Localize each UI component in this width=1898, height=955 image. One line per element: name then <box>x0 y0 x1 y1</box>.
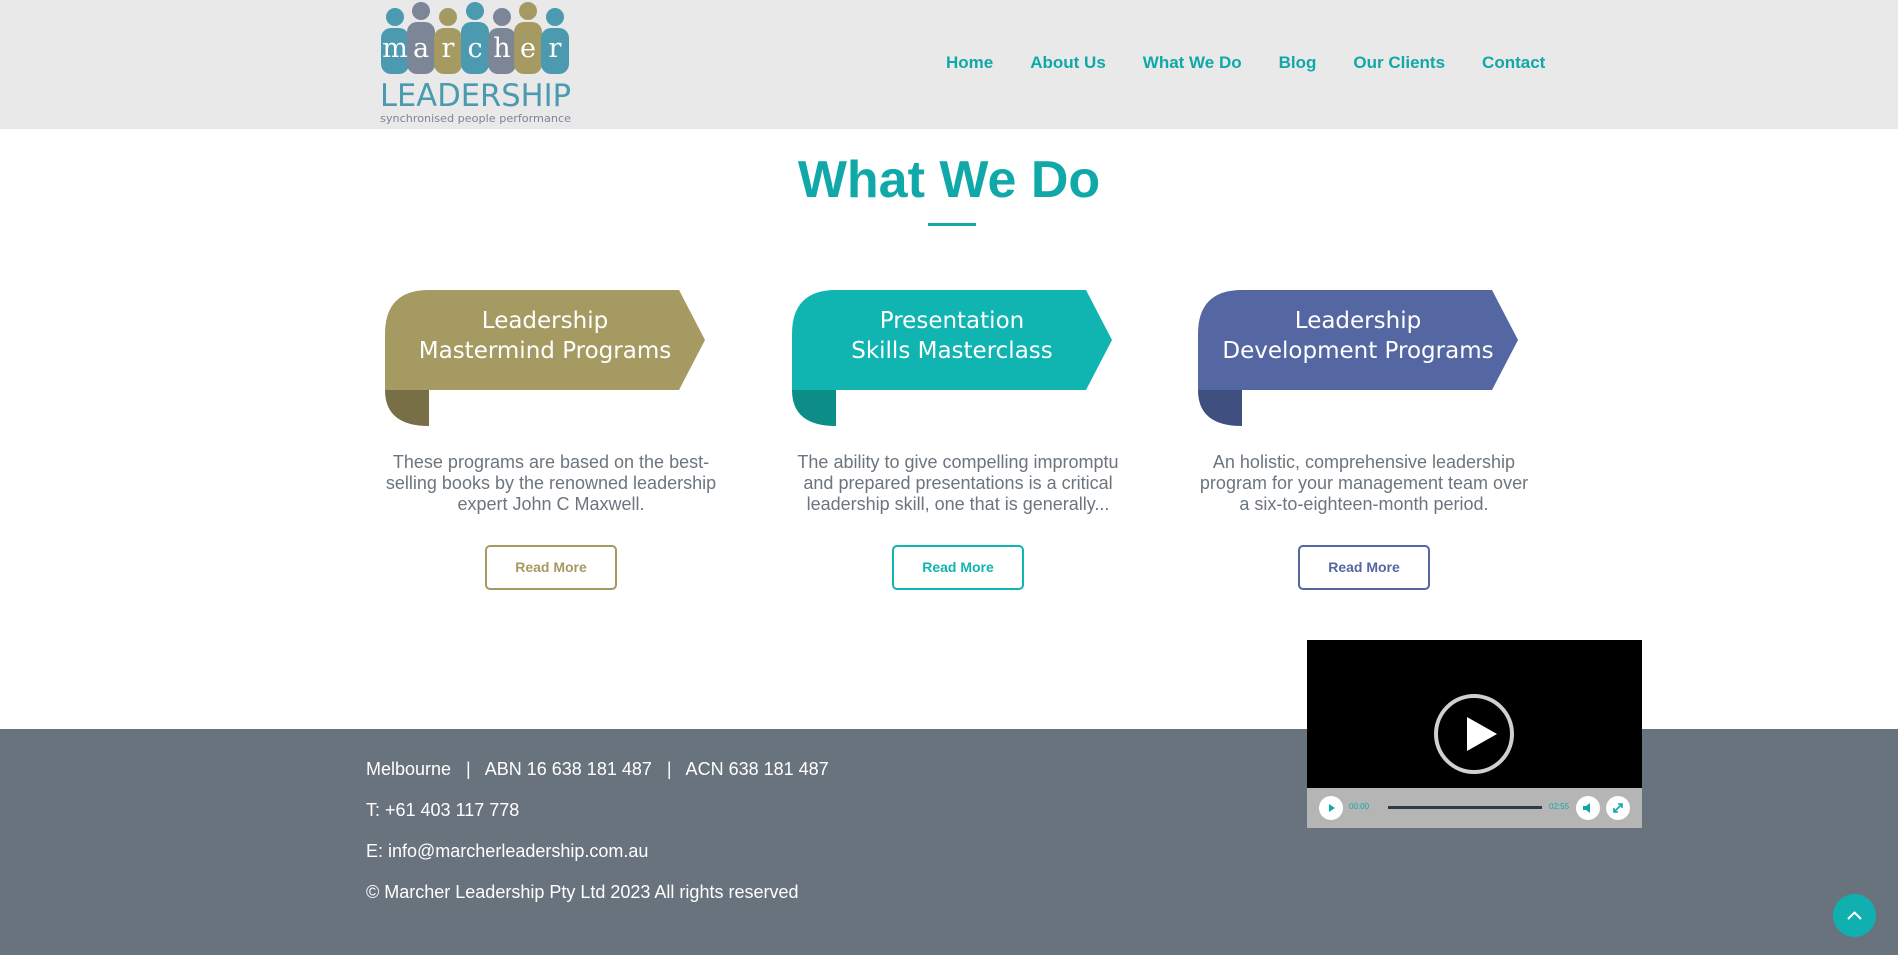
nav-what-we-do[interactable]: What We Do <box>1143 53 1242 73</box>
volume-icon[interactable] <box>1576 796 1600 820</box>
nav-contact[interactable]: Contact <box>1482 53 1545 73</box>
footer-phone[interactable]: T: +61 403 117 778 <box>366 800 519 821</box>
card-ribbon: Leadership Mastermind Programs <box>385 290 717 428</box>
title-underline <box>928 223 976 226</box>
footer-email[interactable]: E: info@marcherleadership.com.au <box>366 841 648 862</box>
card-title-line: Presentation <box>879 308 1025 334</box>
service-card: Leadership Mastermind Programs These pro… <box>385 290 717 590</box>
video-player[interactable]: 00:00 02:55 <box>1307 640 1642 828</box>
logo-letter: a <box>413 33 429 64</box>
logo-wordmark: LEADERSHIP <box>380 78 571 114</box>
footer-copyright: © Marcher Leadership Pty Ltd 2023 All ri… <box>366 882 799 902</box>
footer-company-details: Melbourne | ABN 16 638 181 487 | ACN 638… <box>366 759 829 779</box>
progress-bar[interactable] <box>1388 806 1542 809</box>
logo-letter: h <box>493 33 510 64</box>
read-more-button[interactable]: Read More <box>1298 545 1430 590</box>
card-title-line: Skills Masterclass <box>851 338 1053 364</box>
card-title-line: Development Programs <box>1222 338 1494 364</box>
card-description: These programs are based on the best-sel… <box>385 452 717 514</box>
ribbon-fold <box>792 390 836 426</box>
service-card: Leadership Development Programs An holis… <box>1198 290 1530 590</box>
card-description: An holistic, comprehensive leadership pr… <box>1199 452 1529 514</box>
duration: 02:55 <box>1549 802 1570 811</box>
play-icon[interactable] <box>1319 796 1343 820</box>
nav-home[interactable]: Home <box>946 53 993 73</box>
nav-our-clients[interactable]: Our Clients <box>1353 53 1445 73</box>
ribbon-fold <box>385 390 429 426</box>
main-nav: Home About Us What We Do Blog Our Client… <box>946 53 1545 73</box>
ribbon-fold <box>1198 390 1242 426</box>
logo-letter: r <box>442 33 455 64</box>
page-title: What We Do <box>797 151 1101 209</box>
video-controls: 00:00 02:55 <box>1307 788 1642 828</box>
card-title: Presentation Skills Masterclass <box>792 306 1112 366</box>
current-time: 00:00 <box>1349 802 1370 811</box>
site-header: m a r c h e r LEADERSHIP synchronised pe… <box>0 0 1898 129</box>
card-title-line: Leadership <box>481 308 609 334</box>
logo-letter: r <box>549 33 562 64</box>
logo-letter: c <box>467 33 482 64</box>
read-more-button[interactable]: Read More <box>485 545 617 590</box>
nav-blog[interactable]: Blog <box>1279 53 1317 73</box>
card-description: The ability to give compelling impromptu… <box>797 452 1119 514</box>
card-ribbon: Leadership Development Programs <box>1198 290 1530 428</box>
logo-letter: e <box>520 33 536 64</box>
back-to-top-button[interactable] <box>1833 894 1876 937</box>
logo-letter: m <box>382 33 408 64</box>
card-title-line: Leadership <box>1294 308 1422 334</box>
nav-about-us[interactable]: About Us <box>1030 53 1106 73</box>
card-ribbon: Presentation Skills Masterclass <box>792 290 1124 428</box>
logo-tagline: synchronised people performance <box>380 112 571 125</box>
card-title: Leadership Development Programs <box>1198 306 1518 366</box>
service-card: Presentation Skills Masterclass The abil… <box>792 290 1124 590</box>
big-play-icon[interactable] <box>1434 694 1514 774</box>
read-more-button[interactable]: Read More <box>892 545 1024 590</box>
chevron-up-icon <box>1847 911 1862 920</box>
marcher-leadership-logo[interactable]: m a r c h e r LEADERSHIP synchronised pe… <box>378 0 574 126</box>
fullscreen-icon[interactable] <box>1606 796 1630 820</box>
card-title: Leadership Mastermind Programs <box>385 306 705 366</box>
card-title-line: Mastermind Programs <box>418 338 672 364</box>
